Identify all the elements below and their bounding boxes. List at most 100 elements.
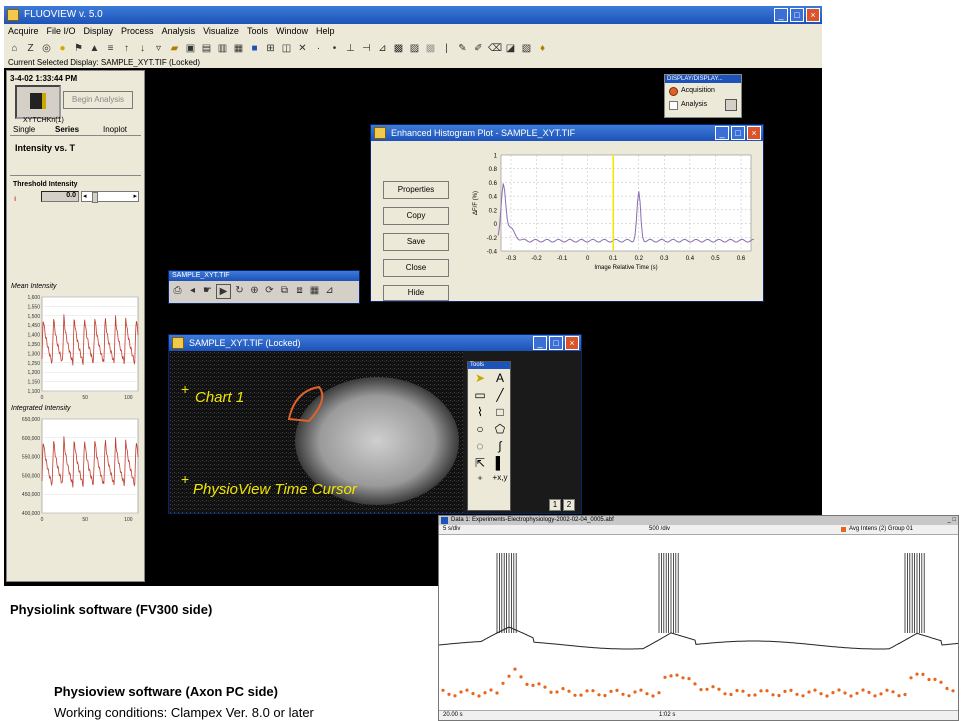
xy-tool-icon[interactable]: +x,y [490, 473, 510, 487]
menu-window[interactable]: Window [276, 24, 308, 38]
open-icon[interactable]: ⌂ [8, 42, 21, 55]
image-grey-icon[interactable]: ▩ [424, 42, 437, 55]
menu-display[interactable]: Display [84, 24, 114, 38]
text-tool-icon[interactable]: A [490, 371, 510, 385]
select-arrow-icon[interactable]: ➤ [470, 371, 490, 385]
slider-thumb[interactable] [92, 192, 98, 203]
hide-button[interactable]: Hide [383, 285, 449, 301]
cross-icon[interactable]: ✕ [296, 42, 309, 55]
close-icon[interactable]: × [806, 8, 820, 22]
menu-file-io[interactable]: File I/O [47, 24, 76, 38]
properties-button[interactable]: Properties [383, 181, 449, 199]
pen-icon[interactable]: ✎ [456, 42, 469, 55]
rectangle-tool-icon[interactable]: □ [490, 405, 510, 419]
line-icon[interactable]: ⊥ [344, 42, 357, 55]
slider-right-arrow-icon[interactable]: ▸ [133, 192, 137, 200]
loop-icon[interactable]: ↻ [233, 284, 246, 297]
pointer-icon[interactable]: ☛ [201, 284, 214, 297]
grid-view-icon[interactable]: ▦ [308, 284, 321, 297]
paste-image-icon[interactable]: ⧈ [293, 284, 306, 297]
print-icon[interactable]: ▦ [232, 42, 245, 55]
minimize-icon[interactable]: _ [774, 8, 788, 22]
slider-left-arrow-icon[interactable]: ◂ [83, 192, 87, 200]
maximize-icon[interactable]: □ [790, 8, 804, 22]
dot-icon[interactable]: · [312, 42, 325, 55]
main-title-bar[interactable]: FLUOVIEW v. 5.0 _ □ × [4, 6, 822, 24]
display-icon[interactable]: ■ [248, 42, 261, 55]
play-icon[interactable]: ▶ [216, 284, 231, 299]
bar-tool-icon[interactable]: ▌ [490, 456, 510, 470]
display-toolbar-title-bar[interactable]: SAMPLE_XYT.TIF [169, 271, 359, 281]
layout-icon[interactable]: ◫ [280, 42, 293, 55]
page-2-button[interactable]: 2 [563, 499, 575, 511]
save-all-icon[interactable]: ▤ [200, 42, 213, 55]
analysis-label[interactable]: Analysis [681, 101, 707, 108]
copy-image-icon[interactable]: ⧉ [278, 284, 291, 297]
palette-icon[interactable]: ▧ [520, 42, 533, 55]
light-icon[interactable]: ● [56, 42, 69, 55]
arrow-up-icon[interactable]: ↑ [120, 42, 133, 55]
polyline-tool-icon[interactable]: ⌇ [470, 405, 490, 419]
image-stack-icon[interactable]: ▨ [408, 42, 421, 55]
point-tool-icon[interactable]: ⁺ [470, 473, 490, 487]
save-icon[interactable]: ▣ [184, 42, 197, 55]
ruler-icon[interactable]: ⊣ [360, 42, 373, 55]
menu-visualize[interactable]: Visualize [203, 24, 239, 38]
threshold-value-field[interactable]: 0.0 [41, 191, 79, 202]
grid-icon[interactable]: ⊞ [264, 42, 277, 55]
threshold-slider[interactable]: ◂ ▸ [81, 191, 139, 203]
menu-process[interactable]: Process [121, 24, 154, 38]
image-minimize-icon[interactable]: _ [533, 336, 547, 350]
polygon-tool-icon[interactable]: ⬠ [490, 422, 510, 436]
close-button[interactable]: Close [383, 259, 449, 277]
pin-icon[interactable]: ♦ [536, 42, 549, 55]
arrow-down-icon[interactable]: ↓ [136, 42, 149, 55]
histogram-maximize-icon[interactable]: □ [731, 126, 745, 140]
export-icon[interactable]: ▥ [216, 42, 229, 55]
histogram-close-icon[interactable]: × [747, 126, 761, 140]
folder-icon[interactable]: ▰ [168, 42, 181, 55]
histogram-minimize-icon[interactable]: _ [715, 126, 729, 140]
brush-icon[interactable]: ✐ [472, 42, 485, 55]
curve-tool-icon[interactable]: ∫ [490, 439, 510, 453]
menu-analysis[interactable]: Analysis [162, 24, 196, 38]
fill-icon[interactable]: ◪ [504, 42, 517, 55]
begin-analysis-button[interactable]: Begin Analysis [63, 91, 133, 109]
menu-acquire[interactable]: Acquire [8, 24, 39, 38]
filter-icon[interactable]: ▿ [152, 42, 165, 55]
image-icon[interactable]: ▩ [392, 42, 405, 55]
freehand-tool-icon[interactable]: ◌ [470, 439, 490, 453]
analysis-icon[interactable] [669, 101, 678, 110]
measure-icon[interactable]: ⊿ [376, 42, 389, 55]
stack-icon[interactable]: ≡ [104, 42, 117, 55]
page-1-button[interactable]: 1 [549, 499, 561, 511]
flag-icon[interactable]: ⚑ [72, 42, 85, 55]
plot-view-icon[interactable]: ⊿ [323, 284, 336, 297]
acquisition-label[interactable]: Acquisition [681, 87, 715, 94]
line-tool-icon[interactable]: ╱ [490, 388, 510, 402]
ruler-tool-icon[interactable]: ▭ [470, 388, 490, 402]
step-back-icon[interactable]: ◂ [186, 284, 199, 297]
axon-window-controls-icon[interactable]: _ □ [947, 516, 956, 525]
image-close-icon[interactable]: × [565, 336, 579, 350]
move-tool-icon[interactable]: ⇱ [470, 456, 490, 470]
zoom-icon[interactable]: Z [24, 42, 37, 55]
rotate-icon[interactable]: ⟳ [263, 284, 276, 297]
tab-single[interactable]: Single [13, 125, 35, 134]
warning-icon[interactable]: ▲ [88, 42, 101, 55]
tab-inoplot[interactable]: Inoplot [103, 125, 127, 134]
tab-series[interactable]: Series [55, 125, 79, 134]
print-image-icon[interactable]: ⎙ [171, 284, 184, 297]
point-icon[interactable]: • [328, 42, 341, 55]
target-icon[interactable]: ◎ [40, 42, 53, 55]
save-button[interactable]: Save [383, 233, 449, 251]
acquisition-icon[interactable] [669, 87, 678, 96]
mode-toggle-button[interactable] [725, 99, 737, 111]
menu-help[interactable]: Help [316, 24, 335, 38]
zoom-in-icon[interactable]: ⊕ [248, 284, 261, 297]
menu-tools[interactable]: Tools [247, 24, 268, 38]
image-maximize-icon[interactable]: □ [549, 336, 563, 350]
eraser-icon[interactable]: ⌫ [488, 42, 502, 55]
circle-tool-icon[interactable]: ○ [470, 422, 490, 436]
histogram-title-bar[interactable]: Enhanced Histogram Plot - SAMPLE_XYT.TIF… [371, 125, 763, 141]
